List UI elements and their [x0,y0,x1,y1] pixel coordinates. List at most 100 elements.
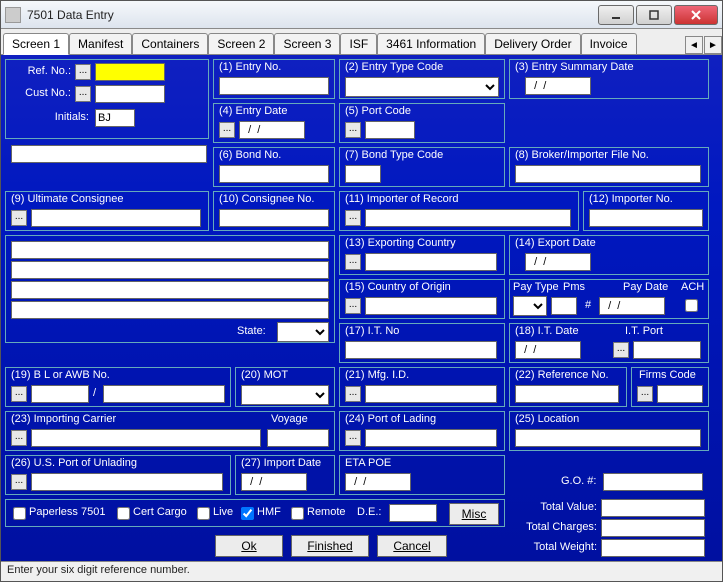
lbl-pms: Pms [563,281,585,293]
select-mot[interactable] [241,385,329,405]
input-firms[interactable] [657,385,703,403]
pick-exportcountry[interactable]: ... [345,254,361,270]
chk-ach[interactable] [685,299,698,312]
tab-containers[interactable]: Containers [132,33,208,54]
pick-usport[interactable]: ... [11,474,27,490]
input-addr3[interactable] [11,281,329,299]
pick-portcode[interactable]: ... [345,122,361,138]
chk-hmf[interactable] [241,507,254,520]
input-bondno[interactable] [219,165,329,183]
minimize-button[interactable] [598,5,634,25]
input-totalweight[interactable] [601,539,705,557]
lbl-itport: I.T. Port [625,325,663,337]
input-paydate[interactable] [599,297,665,315]
input-exportcountry[interactable] [365,253,497,271]
pick-entrydate[interactable]: ... [219,122,235,138]
input-summarydate[interactable] [525,77,591,95]
pick-mfg[interactable]: ... [345,386,361,402]
titlebar: 7501 Data Entry [1,1,722,29]
input-exportdate[interactable] [525,253,591,271]
lbl-remote: Remote [307,506,346,518]
lbl-hmf: HMF [257,506,281,518]
lbl-refno22: (22) Reference No. [515,369,609,381]
input-bondtype[interactable] [345,165,381,183]
pick-importerrec[interactable]: ... [345,210,361,226]
input-custno[interactable] [95,85,165,103]
input-bl2[interactable] [103,385,225,403]
input-consigneeno[interactable] [219,209,329,227]
input-addr4[interactable] [11,301,329,319]
chk-paperless[interactable] [13,507,26,520]
input-entrydate[interactable] [239,121,305,139]
pick-bl[interactable]: ... [11,386,27,402]
tab-screen2[interactable]: Screen 2 [208,33,274,54]
pick-custno[interactable]: ... [75,86,91,102]
tab-scroll-left[interactable]: ◄ [685,36,703,54]
chk-cert[interactable] [117,507,130,520]
close-button[interactable] [674,5,718,25]
pick-firms[interactable]: ... [637,386,653,402]
input-totalvalue[interactable] [601,499,705,517]
input-usport[interactable] [31,473,223,491]
input-importerrec[interactable] [365,209,571,227]
select-paytype[interactable] [513,296,547,316]
tab-invoice[interactable]: Invoice [581,33,637,54]
btn-cancel[interactable]: Cancel [377,535,447,557]
pick-refno[interactable]: ... [75,64,91,80]
btn-finished[interactable]: Finished [291,535,369,557]
input-bl1[interactable] [31,385,89,403]
select-state[interactable] [277,322,329,342]
pick-impcarrier[interactable]: ... [11,430,27,446]
pick-countryorigin[interactable]: ... [345,298,361,314]
input-portcode[interactable] [365,121,415,139]
input-countryorigin[interactable] [365,297,497,315]
tab-screen3[interactable]: Screen 3 [274,33,340,54]
pick-itport[interactable]: ... [613,342,629,358]
input-brokerfile[interactable] [515,165,701,183]
tab-screen1[interactable]: Screen 1 [3,33,69,55]
lbl-totalvalue: Total Value: [521,501,597,513]
input-entryno[interactable] [219,77,329,95]
pick-portlading[interactable]: ... [345,430,361,446]
lbl-importerno: (12) Importer No. [589,193,673,205]
input-itport[interactable] [633,341,701,359]
input-refno22[interactable] [515,385,619,403]
tab-scroll-right[interactable]: ► [704,36,722,54]
input-de[interactable] [389,504,437,522]
input-pms[interactable] [551,297,577,315]
btn-ok[interactable]: Ok [215,535,283,557]
input-importdate[interactable] [241,473,307,491]
lbl-bondtype: (7) Bond Type Code [345,149,443,161]
chk-remote[interactable] [291,507,304,520]
lbl-entrytype: (2) Entry Type Code [345,61,443,73]
input-go[interactable] [603,473,703,491]
input-initials[interactable] [95,109,135,127]
input-addr2[interactable] [11,261,329,279]
input-mfg[interactable] [365,385,497,403]
tab-3461[interactable]: 3461 Information [377,33,485,54]
select-entrytype[interactable] [345,77,499,97]
lbl-live: Live [213,506,233,518]
maximize-button[interactable] [636,5,672,25]
input-totalcharges[interactable] [601,519,705,537]
lbl-importerrec: (11) Importer of Record [345,193,459,205]
chk-live[interactable] [197,507,210,520]
input-addr1[interactable] [11,241,329,259]
input-voyage[interactable] [267,429,329,447]
pick-ultconsignee[interactable]: ... [11,210,27,226]
input-portlading[interactable] [365,429,497,447]
tab-isf[interactable]: ISF [340,33,377,54]
input-freetext[interactable] [11,145,207,163]
btn-misc[interactable]: Misc [449,503,499,525]
tab-delivery[interactable]: Delivery Order [485,33,580,54]
lbl-refno: Ref. No.: [7,65,71,77]
input-eta[interactable] [345,473,411,491]
tab-manifest[interactable]: Manifest [69,33,132,54]
input-location[interactable] [515,429,701,447]
input-itdate[interactable] [515,341,581,359]
input-refno[interactable] [95,63,165,81]
input-impcarrier[interactable] [31,429,261,447]
input-ultconsignee[interactable] [31,209,201,227]
input-itno[interactable] [345,341,497,359]
input-importerno[interactable] [589,209,703,227]
